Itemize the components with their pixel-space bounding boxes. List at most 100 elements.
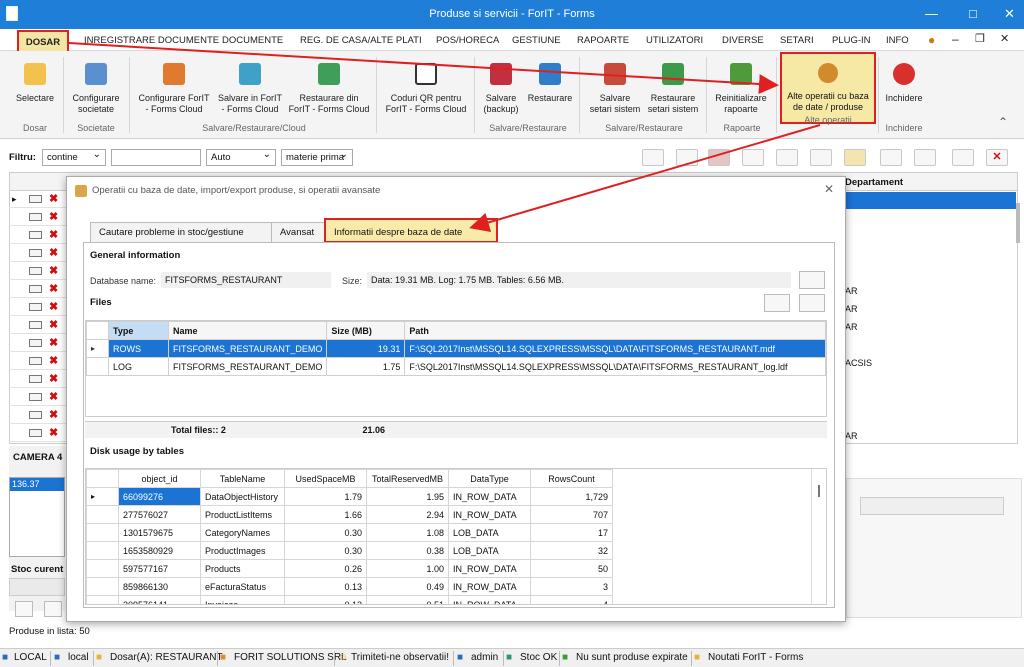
alte-operatii-button[interactable]: Alte operatii cu baza de date / produse … <box>780 52 876 125</box>
toolbar-export-icon[interactable] <box>742 149 764 166</box>
edit-row-icon[interactable] <box>29 357 42 365</box>
disk-row[interactable]: 277576027 ProductListItems 1.66 2.94 IN_ROW_… <box>86 505 613 524</box>
edit-row-icon[interactable] <box>29 321 42 329</box>
disk-row[interactable]: 859866130 eFacturaStatus 0.13 0.49 IN_ROW_DA… <box>86 577 613 596</box>
salvare-cloud-button[interactable]: Salvare in ForIT - Forms Cloud <box>215 63 285 115</box>
delete-row-icon[interactable]: ✖ <box>49 282 58 295</box>
selectare-button[interactable]: Selectare <box>10 63 60 104</box>
collapse-ribbon-icon[interactable]: ⌃ <box>998 115 1008 129</box>
delete-row-icon[interactable]: ✖ <box>49 246 58 259</box>
grid-row[interactable]: ✖ <box>9 244 74 262</box>
menu-documente[interactable]: DOCUMENTE <box>222 35 283 46</box>
menu-pos-horeca[interactable]: POS/HORECA <box>436 35 499 46</box>
delete-row-icon[interactable]: ✖ <box>49 390 58 403</box>
edit-row-icon[interactable] <box>29 249 42 257</box>
col-size[interactable]: Size (MB) <box>326 321 406 340</box>
col-data-type[interactable]: DataType <box>448 469 531 488</box>
refresh-info-icon[interactable] <box>799 271 825 289</box>
menu-setari[interactable]: SETARI <box>780 35 814 46</box>
filter-auto-select[interactable]: Auto <box>206 149 276 166</box>
grid-row[interactable]: ✖ <box>9 298 74 316</box>
disk-scrollbar[interactable] <box>811 469 826 604</box>
disk-row[interactable]: 597577167 Products 0.26 1.00 IN_ROW_DATA 50 <box>86 559 613 578</box>
status-dosar[interactable]: Dosar(A): RESTAURANT <box>110 652 223 663</box>
toolbar-refresh-icon[interactable] <box>880 149 902 166</box>
edit-row-icon[interactable] <box>29 213 42 221</box>
grid-row[interactable]: ✖ <box>9 280 74 298</box>
menu-plugin[interactable]: PLUG-IN <box>832 35 871 46</box>
edit-row-icon[interactable] <box>29 339 42 347</box>
delete-row-icon[interactable]: ✖ <box>49 336 58 349</box>
grid-row[interactable]: ✖ <box>9 208 74 226</box>
filter-value-input[interactable] <box>111 149 201 166</box>
col-type[interactable]: Type <box>108 321 169 340</box>
edit-row-icon[interactable] <box>29 267 42 275</box>
col-name[interactable]: Name <box>167 321 328 340</box>
export-files-icon[interactable] <box>799 294 825 312</box>
col-used-space[interactable]: UsedSpaceMB <box>284 469 367 488</box>
toolbar-currency-icon[interactable] <box>776 149 798 166</box>
delete-row-icon[interactable]: ✖ <box>49 228 58 241</box>
status-stock[interactable]: Stoc OK <box>520 652 557 663</box>
grid-row[interactable]: ✖ <box>9 388 74 406</box>
menu-gestiune[interactable]: GESTIUNE <box>512 35 561 46</box>
status-user[interactable]: admin <box>471 652 498 663</box>
delete-row-icon[interactable]: ✖ <box>49 426 58 439</box>
grid-row[interactable]: ✖ <box>9 334 74 352</box>
col-table-name[interactable]: TableName <box>200 469 285 488</box>
grid-row[interactable]: ✖ <box>9 370 74 388</box>
configurare-cloud-button[interactable]: Configurare ForIT - Forms Cloud <box>134 63 214 115</box>
close-button[interactable]: ✕ <box>1004 6 1015 22</box>
menu-inregistrare[interactable]: INREGISTRARE DOCUMENTE <box>84 35 219 46</box>
grid-scrollbar[interactable] <box>1016 203 1020 243</box>
status-server[interactable]: LOCAL <box>14 652 47 663</box>
user-icon[interactable]: ● <box>928 33 935 47</box>
status-expiry[interactable]: Nu sunt produse expirate <box>576 652 688 663</box>
toolbar-delete-icon[interactable]: ✕ <box>986 149 1008 166</box>
delete-row-icon[interactable]: ✖ <box>49 264 58 277</box>
filter-field-select[interactable]: materie prima <box>281 149 353 166</box>
ribbon-minimize-icon[interactable]: – <box>952 32 959 46</box>
delete-row-icon[interactable]: ✖ <box>49 372 58 385</box>
col-rows-count[interactable]: RowsCount <box>530 469 613 488</box>
filter-mode-select[interactable]: contine <box>42 149 106 166</box>
toolbar-save-icon[interactable] <box>708 149 730 166</box>
tab-avansat[interactable]: Avansat <box>271 222 325 242</box>
grid-row[interactable]: ✖ <box>9 352 74 370</box>
paste-icon[interactable] <box>15 601 33 617</box>
disk-row[interactable]: ▸ 66099276 DataObjectHistory 1.79 1.95 IN_ROW… <box>86 487 613 506</box>
edit-row-icon[interactable] <box>29 393 42 401</box>
edit-row-icon[interactable] <box>29 303 42 311</box>
toolbar-import-icon[interactable] <box>642 149 664 166</box>
grid-row[interactable]: ✖ <box>9 226 74 244</box>
delete-row-icon[interactable]: ✖ <box>49 192 58 205</box>
status-news[interactable]: Noutati ForIT - Forms <box>708 652 803 663</box>
edit-row-icon[interactable] <box>29 375 42 383</box>
grid-row[interactable]: ✖ <box>9 190 74 208</box>
salvare-backup-button[interactable]: Salvare (backup) <box>478 63 524 115</box>
edit-row-icon[interactable] <box>29 429 42 437</box>
salvare-setari-button[interactable]: Salvare setari sistem <box>586 63 644 115</box>
edit-row-icon[interactable] <box>29 195 42 203</box>
status-feedback[interactable]: Trimiteti-ne observatii! <box>351 652 449 663</box>
disk-row[interactable]: 1301579675 CategoryNames 0.30 1.08 LOB_DATA 1… <box>86 523 613 542</box>
grid-row[interactable]: ✖ <box>9 316 74 334</box>
grid-row[interactable]: ✖ <box>9 406 74 424</box>
col-object-id[interactable]: object_id <box>118 469 201 488</box>
restaurare-cloud-button[interactable]: Restaurare din ForIT - Forms Cloud <box>286 63 372 115</box>
status-company[interactable]: FORIT SOLUTIONS SRL <box>234 652 347 663</box>
delete-row-icon[interactable]: ✖ <box>49 318 58 331</box>
grid-row[interactable]: ✖ <box>9 262 74 280</box>
restaurare-setari-button[interactable]: Restaurare setari sistem <box>644 63 702 115</box>
grid-row[interactable]: ✖ <box>9 424 74 442</box>
delete-row-icon[interactable]: ✖ <box>49 354 58 367</box>
toolbar-print-icon[interactable] <box>676 149 698 166</box>
open-folder-icon[interactable] <box>764 294 790 312</box>
edit-row-icon[interactable] <box>29 285 42 293</box>
tab-cautare[interactable]: Cautare probleme in stoc/gestiune <box>90 222 272 242</box>
configurare-societate-button[interactable]: Configurare societate <box>66 63 126 115</box>
tab-informatii[interactable]: Informatii despre baza de date <box>324 218 498 243</box>
toolbar-transfer-icon[interactable] <box>844 149 866 166</box>
close-doc-icon[interactable]: ✕ <box>1000 32 1009 45</box>
menu-rapoarte[interactable]: RAPOARTE <box>577 35 629 46</box>
